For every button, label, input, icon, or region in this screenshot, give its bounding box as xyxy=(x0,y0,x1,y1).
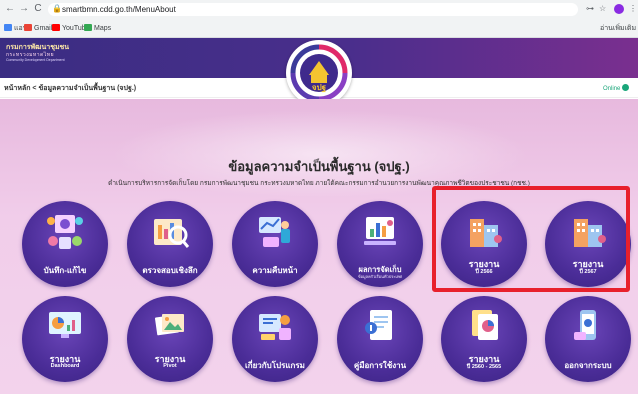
breadcrumb[interactable]: หน้าหลัก < ข้อมูลความจำเป็นพื้นฐาน (จปฐ.… xyxy=(4,83,136,94)
tile-sublabel: Dashboard xyxy=(50,363,80,369)
browser-toolbar: ← → C 🔒 smartbmn.cdd.go.th/MenuAbout ⊶ ☆… xyxy=(0,0,638,38)
progress-person-icon xyxy=(259,217,290,247)
lock-icon: 🔒 xyxy=(52,4,62,13)
bookmark-gmail[interactable]: Gmail xyxy=(24,23,52,34)
tile-label: ความคืบหน้า xyxy=(252,266,298,275)
profile-avatar[interactable] xyxy=(614,4,624,14)
online-status: Online xyxy=(603,84,630,92)
department-name-en: Community Development Department xyxy=(6,58,65,62)
tile-report-pivot[interactable]: รายงาน Pivot xyxy=(127,296,213,382)
report-docs-icon xyxy=(472,310,498,340)
tile-user-manual[interactable]: คู่มือการใช้งาน xyxy=(337,296,423,382)
reading-list[interactable]: อ่านเพิ่มเติม xyxy=(600,23,636,34)
key-icon[interactable]: ⊶ xyxy=(586,3,594,15)
people-network-icon xyxy=(47,215,83,249)
tile-deep-inspection[interactable]: ตรวจสอบเชิงลึก xyxy=(127,201,213,287)
tile-report-dashboard[interactable]: รายงาน Dashboard xyxy=(22,296,108,382)
bookmark-star-icon[interactable]: ☆ xyxy=(599,3,606,15)
gmail-icon xyxy=(24,24,32,31)
online-dot-icon xyxy=(622,84,630,91)
chart-board-icon xyxy=(364,217,396,245)
bookmarks-bar: แอป Gmail YouTube Maps อ่านเพิ่มเติม xyxy=(0,21,638,36)
page-title: ข้อมูลความจำเป็นพื้นฐาน (จปฐ.) xyxy=(228,159,410,174)
manual-book-icon xyxy=(365,310,392,340)
logout-phone-icon xyxy=(574,310,596,340)
tile-report-2560-2565[interactable]: รายงาน ปี 2560 - 2565 xyxy=(441,296,527,382)
reload-icon[interactable]: C xyxy=(32,3,44,15)
jpt-emblem-icon: จปฐ xyxy=(290,44,348,102)
tile-label: เกี่ยวกับโปรแกรม xyxy=(245,361,305,370)
pivot-photos-icon xyxy=(154,314,184,336)
address-bar[interactable]: 🔒 smartbmn.cdd.go.th/MenuAbout xyxy=(48,3,578,16)
back-icon[interactable]: ← xyxy=(4,3,16,15)
youtube-icon xyxy=(52,24,60,31)
tile-about-program[interactable]: เกี่ยวกับโปรแกรม xyxy=(232,296,318,382)
logo-text: จปฐ xyxy=(312,83,327,93)
magnifier-report-icon xyxy=(154,219,190,248)
tile-logout[interactable]: ออกจากระบบ xyxy=(545,296,631,382)
bookmark-maps[interactable]: Maps xyxy=(84,23,111,34)
tile-label: คู่มือการใช้งาน xyxy=(353,361,407,370)
jpt-logo[interactable]: จปฐ xyxy=(286,40,352,106)
tile-sublabel: ปี 2560 - 2565 xyxy=(466,364,502,370)
url-text[interactable]: smartbmn.cdd.go.th/MenuAbout xyxy=(62,4,176,15)
tile-progress[interactable]: ความคืบหน้า xyxy=(232,201,318,287)
highlight-annotation xyxy=(432,186,630,292)
tile-label: ตรวจสอบเชิงลึก xyxy=(142,266,198,275)
dashboard-monitor-icon xyxy=(49,312,81,338)
tile-sublabel: Pivot xyxy=(163,363,177,369)
tile-sublabel: ข้อมูลครัวเรือนทั่วประเทศ xyxy=(357,274,403,279)
apps-grid-icon xyxy=(4,24,12,31)
maps-pin-icon xyxy=(84,24,92,31)
tile-record-edit[interactable]: บันทึก-แก้ไข xyxy=(22,201,108,287)
tile-collection-results[interactable]: ผลการจัดเก็บ ข้อมูลครัวเรือนทั่วประเทศ xyxy=(337,201,423,287)
program-info-icon xyxy=(259,314,291,340)
tile-label: ออกจากระบบ xyxy=(564,361,612,370)
menu-icon[interactable]: ⋮ xyxy=(629,3,637,15)
forward-icon[interactable]: → xyxy=(18,3,30,15)
tile-label: บันทึก-แก้ไข xyxy=(43,266,87,275)
